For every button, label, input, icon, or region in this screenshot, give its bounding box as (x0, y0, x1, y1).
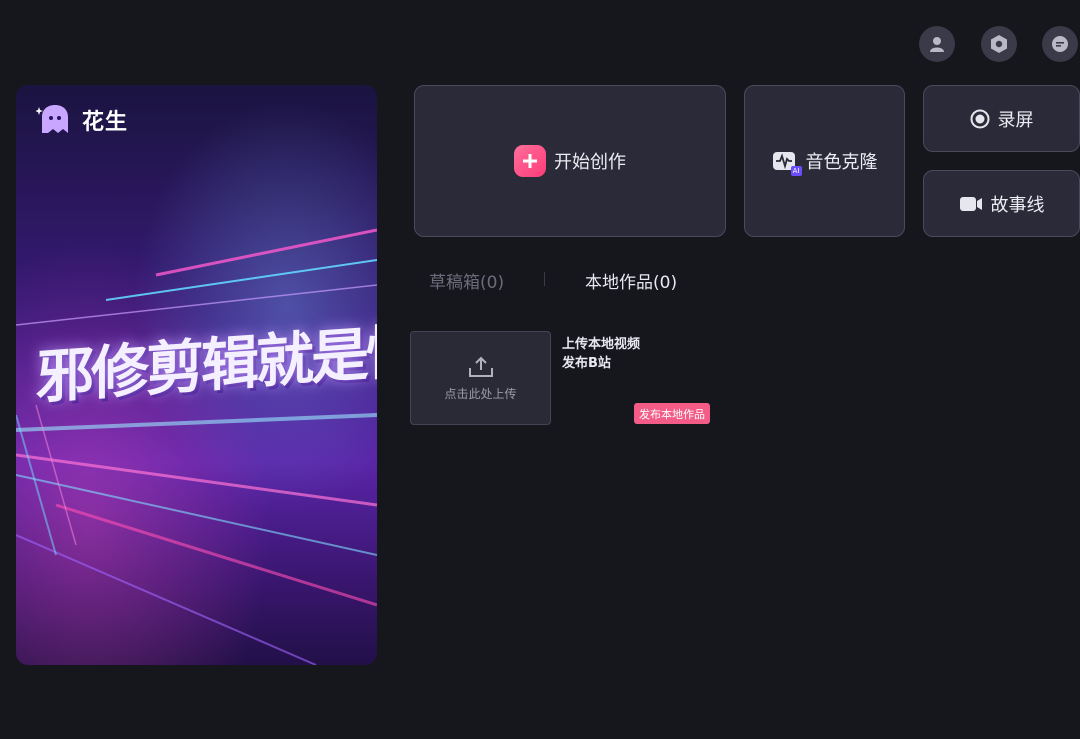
settings-glyph (991, 35, 1007, 53)
upload-button[interactable]: 点击此处上传 (410, 331, 551, 425)
user-icon[interactable] (919, 26, 955, 62)
video-camera-icon (959, 196, 982, 211)
upload-info-line2: 发布B站 (562, 356, 611, 371)
publish-local-button[interactable]: 发布本地作品 (634, 403, 710, 424)
start-create-label: 开始创作 (554, 152, 626, 173)
tab-divider (544, 272, 545, 286)
promo-banner[interactable]: 花生 邪修剪辑就是快 (16, 85, 377, 665)
start-create-button[interactable]: 开始创作 (414, 85, 726, 237)
upload-icon (468, 356, 493, 377)
brand-name: 花生 (82, 110, 129, 135)
message-glyph (1052, 36, 1068, 52)
storyline-label: 故事线 (990, 194, 1045, 216)
plus-icon (514, 145, 546, 177)
voice-clone-button[interactable]: AI 音色克隆 (744, 85, 905, 237)
screen-record-label: 录屏 (997, 109, 1034, 131)
upload-info-line1: 上传本地视频 (562, 337, 641, 352)
record-icon (970, 109, 989, 128)
ghost-logo-icon (36, 105, 68, 133)
ai-badge: AI (790, 166, 802, 176)
upload-label: 点击此处上传 (444, 386, 517, 401)
storyline-button[interactable]: 故事线 (923, 170, 1080, 237)
voice-clone-label: 音色克隆 (805, 152, 878, 173)
screen-record-button[interactable]: 录屏 (923, 85, 1080, 152)
tab-drafts[interactable]: 草稿箱(0) (429, 268, 504, 293)
user-glyph (930, 37, 944, 52)
voice-clone-icon: AI (772, 149, 802, 176)
tab-local-works[interactable]: 本地作品(0) (585, 268, 677, 293)
message-icon[interactable] (1042, 26, 1078, 62)
brand-logo: 花生 (36, 103, 128, 137)
settings-icon[interactable] (981, 26, 1017, 62)
